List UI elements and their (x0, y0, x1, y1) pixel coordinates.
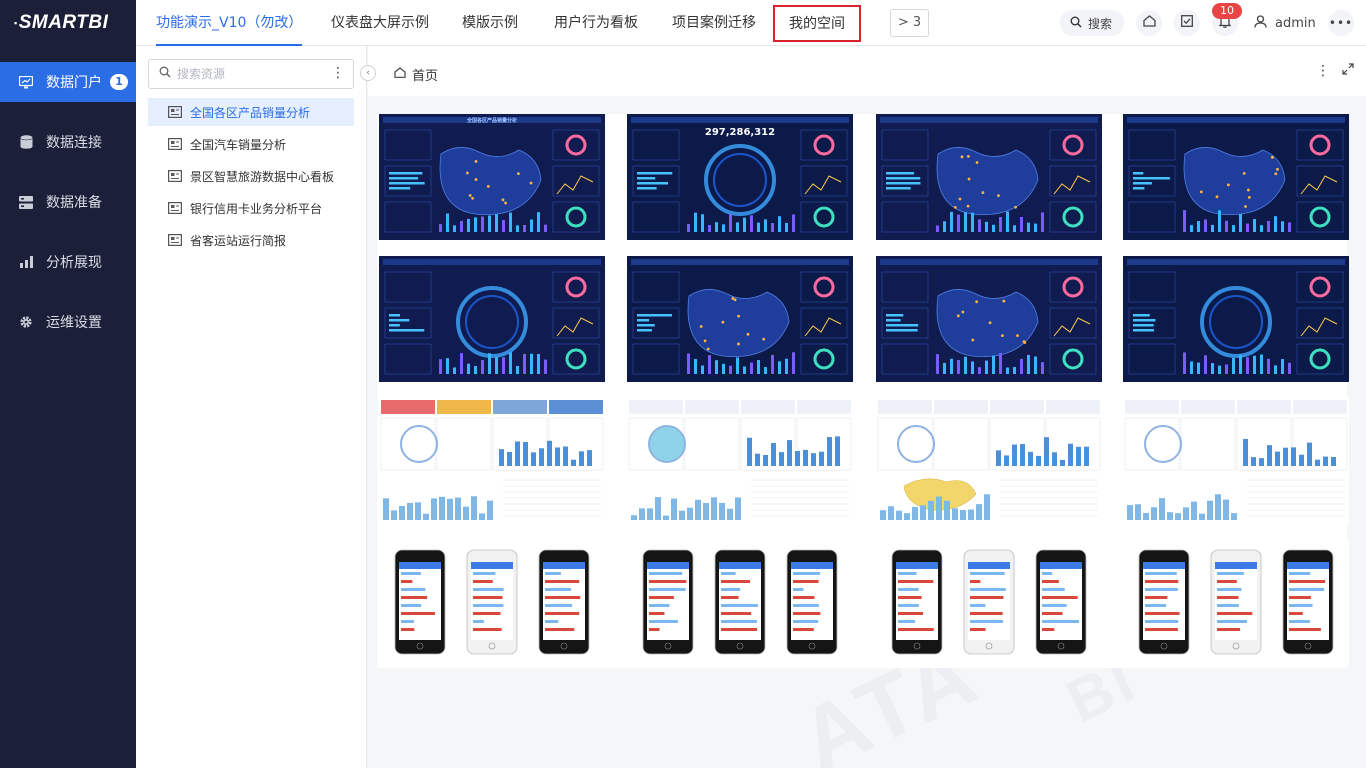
search-icon (1070, 16, 1082, 31)
sidebar-item-label: 运维设置 (46, 315, 102, 331)
resource-list: 全国各区产品销量分析 全国汽车销量分析 景区智慧旅游数据中心看板 银行信用卡业务… (148, 98, 354, 258)
sidebar-item-ops-settings[interactable]: 运维设置 (0, 302, 136, 342)
tab-dashboard-examples[interactable]: 仪表盘大屏示例 (331, 0, 429, 46)
monitor-icon (18, 74, 34, 90)
resource-item-label: 省客运站运行简报 (190, 233, 287, 248)
resource-item[interactable]: 银行信用卡业务分析平台 (148, 194, 354, 222)
gear-icon (18, 314, 34, 330)
chevron-right-icon: > (897, 15, 909, 30)
sidebar-item-label: 数据准备 (46, 195, 102, 211)
resource-panel: ⋮ ‹ 全国各区产品销量分析 全国汽车销量分析 景区智慧旅游数据中心看板 银行信… (136, 46, 376, 768)
breadcrumb-bar: 首页 ⋮ (368, 46, 1366, 96)
sidebar-item-data-portal[interactable]: 数据门户 1 (0, 62, 136, 102)
sidebar-badge: 1 (110, 74, 128, 90)
user-menu[interactable]: admin (1254, 10, 1316, 36)
home-button[interactable] (1136, 10, 1162, 36)
report-icon (168, 202, 182, 214)
resource-item-label: 全国汽车销量分析 (190, 137, 287, 152)
dashboard-thumbnail[interactable] (1123, 540, 1349, 666)
dashboard-thumbnail[interactable] (1123, 114, 1349, 240)
main-content: 首页 ⋮ ATA BI 全国各区产品销量分析 297,286,312 (368, 46, 1366, 768)
logo-text: SMARTBI (18, 12, 109, 33)
top-bar: 功能演示_V10（勿改） 仪表盘大屏示例 模版示例 用户行为看板 项目案例迁移 … (136, 0, 1366, 46)
dashboard-thumbnail[interactable] (876, 114, 1102, 240)
sidebar-item-label: 数据门户 (46, 75, 102, 91)
dashboard-thumbnail[interactable] (627, 256, 853, 382)
sidebar-item-data-prep[interactable]: 数据准备 (0, 182, 136, 222)
more-tabs-button[interactable]: > 3 (890, 9, 929, 37)
thumbnail-grid: 全国各区产品销量分析 297,286,312 (377, 114, 1349, 668)
notification-count-badge: 10 (1212, 3, 1242, 19)
database-icon (18, 134, 34, 150)
tab-template-examples[interactable]: 模版示例 (462, 0, 518, 46)
resource-search-input[interactable] (177, 67, 327, 81)
report-icon (168, 106, 182, 118)
tab-feature-demo[interactable]: 功能演示_V10（勿改） (156, 0, 303, 46)
dashboard-thumbnail[interactable] (876, 256, 1102, 382)
report-icon (168, 170, 182, 182)
more-tabs-count: 3 (912, 15, 922, 30)
chevron-left-icon: ‹ (366, 68, 370, 78)
kebab-menu-icon[interactable]: ⋮ (1316, 63, 1330, 79)
global-search-button[interactable]: 搜索 (1060, 10, 1124, 36)
svg-text:全国各区产品销量分析: 全国各区产品销量分析 (466, 117, 517, 124)
report-icon (168, 234, 182, 246)
svg-text:297,286,312: 297,286,312 (705, 127, 775, 138)
dashboard-thumbnail[interactable]: 297,286,312 (627, 114, 853, 240)
page-tools: ⋮ (1316, 63, 1354, 79)
logo[interactable]: ▪ SMARTBI (0, 0, 136, 46)
resource-item[interactable]: 全国各区产品销量分析 (148, 98, 354, 126)
more-horizontal-icon: ••• (1328, 16, 1354, 30)
home-icon (1142, 15, 1156, 31)
dashboard-thumbnail[interactable] (1123, 398, 1349, 524)
dashboard-thumbnail[interactable] (876, 540, 1102, 666)
resource-item[interactable]: 省客运站运行简报 (148, 226, 354, 254)
more-options-button[interactable]: ••• (1328, 10, 1354, 36)
tasks-button[interactable] (1174, 10, 1200, 36)
resource-search-box: ⋮ (148, 59, 354, 89)
resource-item[interactable]: 全国汽车销量分析 (148, 130, 354, 158)
search-icon (159, 66, 171, 82)
dashboard-canvas: ATA BI 全国各区产品销量分析 297,286,312 (368, 96, 1366, 768)
server-icon (18, 194, 34, 210)
username: admin (1275, 15, 1316, 31)
user-icon (1254, 14, 1267, 32)
checkbox-icon (1181, 15, 1193, 31)
tab-my-space[interactable]: 我的空间 (773, 5, 861, 42)
resource-item[interactable]: 景区智慧旅游数据中心看板 (148, 162, 354, 190)
search-label: 搜索 (1088, 16, 1113, 31)
resource-item-label: 银行信用卡业务分析平台 (190, 201, 323, 216)
kebab-menu-icon[interactable]: ⋮ (331, 65, 345, 81)
breadcrumb-home: 首页 (412, 69, 439, 84)
tab-user-behavior[interactable]: 用户行为看板 (554, 0, 638, 46)
sidebar: ▪ SMARTBI 数据门户 1 数据连接 数据准备 分析展现 运维设置 (0, 0, 136, 768)
sidebar-item-label: 数据连接 (46, 135, 102, 151)
collapse-panel-button[interactable]: ‹ (360, 65, 376, 81)
dashboard-thumbnail[interactable] (379, 256, 605, 382)
resource-item-label: 景区智慧旅游数据中心看板 (190, 169, 335, 184)
dashboard-thumbnail[interactable] (1123, 256, 1349, 382)
sidebar-nav: 数据门户 1 数据连接 数据准备 分析展现 运维设置 (0, 62, 136, 342)
dashboard-thumbnail[interactable] (876, 398, 1102, 524)
dashboard-thumbnail[interactable]: 全国各区产品销量分析 (379, 114, 605, 240)
report-icon (168, 138, 182, 150)
dashboard-thumbnail[interactable] (627, 398, 853, 524)
sidebar-item-data-connection[interactable]: 数据连接 (0, 122, 136, 162)
breadcrumb[interactable]: 首页 (394, 65, 438, 84)
sidebar-item-label: 分析展现 (46, 255, 102, 271)
dashboard-thumbnail[interactable] (627, 540, 853, 666)
fullscreen-icon[interactable] (1342, 63, 1354, 79)
resource-item-label: 全国各区产品销量分析 (190, 105, 311, 120)
tab-project-migration[interactable]: 项目案例迁移 (672, 0, 756, 46)
dashboard-thumbnail[interactable] (379, 540, 605, 666)
dashboard-thumbnail[interactable] (379, 398, 605, 524)
logo-dot-icon: ▪ (14, 18, 18, 28)
bar-chart-icon (18, 254, 34, 270)
home-icon (394, 67, 406, 82)
sidebar-item-analysis[interactable]: 分析展现 (0, 242, 136, 282)
